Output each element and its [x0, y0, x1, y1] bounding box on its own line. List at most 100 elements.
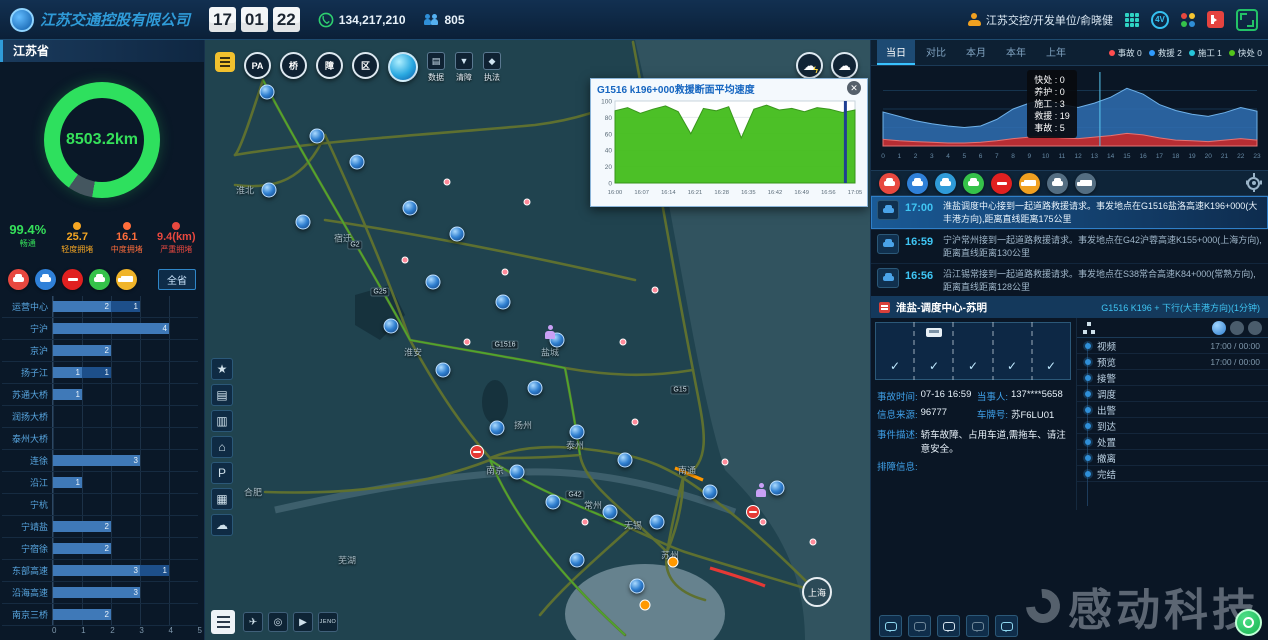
bar-row[interactable]: 苏通大桥1 — [2, 384, 198, 406]
bar-row[interactable]: 东部高速31 — [2, 560, 198, 582]
timeline-row[interactable]: 到达 — [1077, 418, 1268, 434]
cluster-marker[interactable] — [262, 183, 277, 198]
chat-group-icon[interactable] — [908, 615, 931, 637]
cluster-marker[interactable] — [350, 155, 365, 170]
parking-icon[interactable]: PA — [244, 52, 271, 79]
filter-car-icon[interactable] — [907, 173, 928, 194]
tab-2[interactable]: 本月 — [957, 40, 995, 65]
logout-icon[interactable] — [1207, 11, 1224, 28]
person-marker-icon[interactable] — [756, 483, 766, 497]
bar-row[interactable]: 泰州大桥 — [2, 428, 198, 450]
bar-row[interactable]: 连徐3 — [2, 450, 198, 472]
filter-minus-icon[interactable] — [991, 173, 1012, 194]
streetview-button[interactable]: ◎ — [268, 612, 288, 632]
weather-button[interactable]: ☁ — [211, 514, 233, 536]
cluster-marker[interactable] — [770, 481, 785, 496]
cluster-marker[interactable] — [426, 275, 441, 290]
warning-marker-icon[interactable] — [668, 557, 679, 568]
district-icon[interactable]: 区 — [352, 52, 379, 79]
timeline-row[interactable]: 出警 — [1077, 402, 1268, 418]
parking-button[interactable]: P — [211, 462, 233, 484]
message-icon[interactable] — [937, 615, 960, 637]
timeline-row[interactable]: 处置 — [1077, 434, 1268, 450]
cluster-marker[interactable] — [490, 421, 505, 436]
filter-car-icon[interactable] — [1047, 173, 1068, 194]
timeline-row[interactable]: 完结 — [1077, 466, 1268, 482]
filter-truck-icon[interactable] — [1075, 173, 1096, 194]
locate-button[interactable]: ✈ — [243, 612, 263, 632]
close-icon[interactable]: ✕ — [847, 81, 861, 95]
shield-toggle-icon[interactable] — [1230, 321, 1244, 335]
user-toggle-icon[interactable] — [1248, 321, 1262, 335]
fullscreen-icon[interactable] — [1236, 9, 1258, 31]
person-marker-icon[interactable] — [545, 325, 555, 339]
bar-row[interactable]: 宁杭 — [2, 494, 198, 516]
cluster-marker[interactable] — [296, 215, 311, 230]
cluster-marker[interactable] — [310, 129, 325, 144]
layers-button[interactable]: ▦ — [211, 488, 233, 510]
bridge-icon[interactable]: 桥 — [280, 52, 307, 79]
chat-icon[interactable] — [879, 615, 902, 637]
video-toggle-icon[interactable] — [1212, 321, 1226, 335]
theme-palette-icon[interactable] — [1181, 13, 1195, 27]
bar-row[interactable]: 宁沪4 — [2, 318, 198, 340]
tab-4[interactable]: 上年 — [1037, 40, 1075, 65]
cluster-marker[interactable] — [630, 579, 645, 594]
warning-marker-icon[interactable] — [640, 600, 651, 611]
map-tool-item-0[interactable]: ▤数据 — [427, 52, 445, 83]
filter-car-icon[interactable] — [963, 173, 984, 194]
map-tool-item-2[interactable]: ◆执法 — [483, 52, 501, 83]
timeline-row[interactable]: 撤离 — [1077, 450, 1268, 466]
filter-car-icon[interactable] — [35, 269, 56, 290]
cluster-marker[interactable] — [436, 363, 451, 378]
event-row[interactable]: 16:56沿江锡常接到一起道路救援请求。事发地点在S38常合高速K84+000(… — [871, 264, 1268, 298]
bar-row[interactable]: 京沪2 — [2, 340, 198, 362]
cluster-marker[interactable] — [403, 201, 418, 216]
corner-action-button[interactable] — [1235, 609, 1262, 636]
cluster-marker[interactable] — [570, 425, 585, 440]
filter-car-icon[interactable] — [935, 173, 956, 194]
weather-globe-icon[interactable] — [388, 52, 418, 82]
cluster-marker[interactable] — [510, 465, 525, 480]
map-container[interactable]: 淮北宿迁淮安盐城扬州泰州南京合肥南通常州无锡苏州芜湖上海G2G25G1516G4… — [205, 40, 870, 640]
map-tool-item-1[interactable]: ▼清障 — [455, 52, 473, 83]
home-button[interactable]: ⌂ — [211, 436, 233, 458]
stats-button[interactable]: ▤ — [211, 384, 233, 406]
4v-badge[interactable]: 4V — [1151, 11, 1169, 29]
filter-car-icon[interactable] — [8, 269, 29, 290]
filter-car-icon[interactable] — [89, 269, 110, 290]
org-chart-icon[interactable] — [1083, 322, 1095, 334]
cluster-marker[interactable] — [384, 319, 399, 334]
user-chip[interactable]: 江苏交控/开发单位/俞晓健 — [968, 12, 1113, 28]
brand-button[interactable]: JENO — [318, 612, 338, 632]
cluster-marker[interactable] — [603, 505, 618, 520]
gear-icon[interactable] — [1247, 177, 1260, 190]
timeline-row[interactable]: 视频17:00 / 00:00 — [1077, 338, 1268, 354]
cluster-marker[interactable] — [546, 495, 561, 510]
favorite-button[interactable]: ★ — [211, 358, 233, 380]
broadcast-icon[interactable] — [966, 615, 989, 637]
cluster-marker[interactable] — [570, 553, 585, 568]
filter-car-icon[interactable] — [879, 173, 900, 194]
barrier-icon[interactable]: 障 — [316, 52, 343, 79]
cluster-marker[interactable] — [618, 453, 633, 468]
bar-row[interactable]: 宁宿徐2 — [2, 538, 198, 560]
weather-icon-0[interactable]: ☁ϟ — [796, 52, 823, 79]
bar-row[interactable]: 宁靖盐2 — [2, 516, 198, 538]
timeline-row[interactable]: 接警 — [1077, 370, 1268, 386]
bar-row[interactable]: 润扬大桥 — [2, 406, 198, 428]
tab-1[interactable]: 对比 — [917, 40, 955, 65]
bar-row[interactable]: 运营中心21 — [2, 296, 198, 318]
weather-icon-1[interactable]: ☁ — [831, 52, 858, 79]
bar-row[interactable]: 扬子江11 — [2, 362, 198, 384]
timeline-row[interactable]: 预览17:00 / 00:00 — [1077, 354, 1268, 370]
apps-grid-icon[interactable] — [1125, 13, 1139, 27]
bar-row[interactable]: 沿海高速3 — [2, 582, 198, 604]
cluster-marker[interactable] — [260, 85, 275, 100]
chart-button[interactable]: ▥ — [211, 410, 233, 432]
traffic-light-icon[interactable] — [215, 52, 235, 72]
menu-hamburger-icon[interactable] — [211, 610, 235, 634]
bar-row[interactable]: 沿江1 — [2, 472, 198, 494]
notify-icon[interactable] — [995, 615, 1018, 637]
cluster-marker[interactable] — [703, 485, 718, 500]
